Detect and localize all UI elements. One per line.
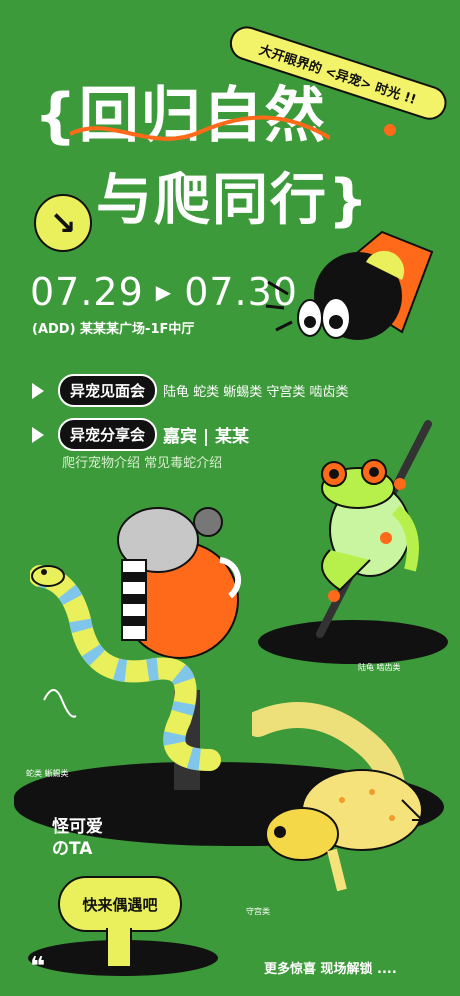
accent-dot [384,124,396,136]
event-address: (ADD) 某某某广场-1F中厅 [32,322,195,337]
cute-line-1: 怪可爱 [52,817,103,837]
program-pill-1: 异宠见面会 [58,374,158,407]
play-icon [32,382,44,399]
frog-illustration [316,420,432,638]
event-date: 07.29 ▶ 07.30 [30,270,298,314]
date-start: 07.29 [30,270,144,314]
snake-illustration [30,507,242,790]
program-sub-2: 爬行宠物介绍 常见毒蛇介绍 [62,456,223,471]
snake-label: 蛇类 蜥蜴类 [26,769,69,778]
program-detail-2: 嘉宾 | 某某 [163,427,250,447]
program-row-2: 异宠分享会 嘉宾 | 某某 [32,418,249,451]
program-row-1: 异宠见面会 陆龟 蛇类 蜥蜴类 守宫类 啮齿类 [32,374,349,407]
cute-line-2: のTA [52,839,93,859]
cute-text: 怪可爱 のTA [52,816,103,860]
mascot-illustration [265,230,434,340]
strike-through-line [70,115,330,141]
program-detail-1: 陆龟 蛇类 蜥蜴类 守宫类 啮齿类 [163,385,349,400]
play-icon [32,426,44,443]
frog-label: 陆龟 啮齿类 [358,663,401,672]
gecko-label: 守宫类 [246,907,270,916]
gecko-illustration [252,702,425,892]
sign-board: 快来偶遇吧 [58,876,182,932]
quote-icon: ❝ [30,952,46,982]
sign-post [106,928,132,968]
sign-text: 快来偶遇吧 [82,895,158,914]
program-pill-2: 异宠分享会 [58,418,158,451]
arrow-down-right-icon: ↘ [34,194,92,252]
play-arrow-icon: ▶ [155,280,173,304]
footer-text: 更多惊喜 现场解锁 .... [264,962,397,977]
squiggle-icon [43,689,77,718]
